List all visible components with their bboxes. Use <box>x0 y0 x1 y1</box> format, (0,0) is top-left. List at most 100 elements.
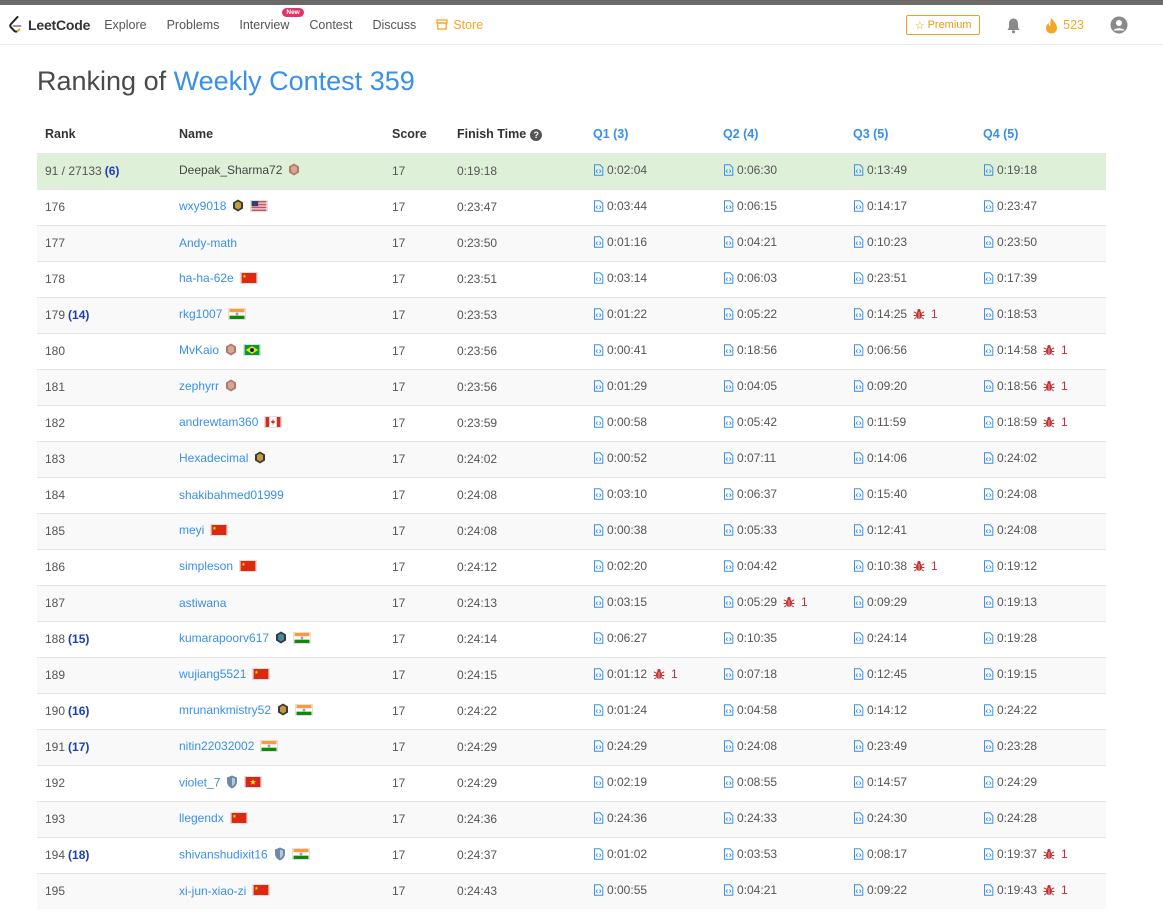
nav-discuss[interactable]: Discuss <box>373 18 417 32</box>
submission-link[interactable]: 0:24:30 <box>853 811 907 825</box>
submission-link[interactable]: 0:19:12 <box>983 559 1037 573</box>
submission-link[interactable]: 0:17:39 <box>983 271 1037 285</box>
submission-link[interactable]: 0:07:18 <box>723 667 777 681</box>
submission-link[interactable]: 0:03:14 <box>593 271 647 285</box>
leetcode-logo[interactable]: LeetCode <box>8 15 90 34</box>
submission-link[interactable]: 0:04:21 <box>723 883 777 897</box>
submission-link[interactable]: 0:24:33 <box>723 811 777 825</box>
submission-link[interactable]: 0:04:05 <box>723 379 777 393</box>
submission-link[interactable]: 0:01:24 <box>593 703 647 717</box>
username-link[interactable]: Deepak_Sharma72 <box>179 163 282 177</box>
submission-link[interactable]: 0:05:42 <box>723 415 777 429</box>
submission-link[interactable]: 0:23:50 <box>983 235 1037 249</box>
submission-link[interactable]: 0:18:56 <box>983 379 1037 393</box>
username-link[interactable]: mrunankmistry52 <box>179 703 271 717</box>
username-link[interactable]: nitin22032002 <box>179 739 254 753</box>
username-link[interactable]: andrewtam360 <box>179 415 258 429</box>
submission-link[interactable]: 0:14:06 <box>853 451 907 465</box>
bell-icon[interactable] <box>1006 17 1021 34</box>
submission-link[interactable]: 0:24:02 <box>983 451 1037 465</box>
submission-link[interactable]: 0:01:22 <box>593 307 647 321</box>
submission-link[interactable]: 0:23:49 <box>853 739 907 753</box>
submission-link[interactable]: 0:14:12 <box>853 703 907 717</box>
submission-link[interactable]: 0:19:37 <box>983 847 1037 861</box>
submission-link[interactable]: 0:01:02 <box>593 847 647 861</box>
submission-link[interactable]: 0:19:18 <box>983 163 1037 177</box>
submission-link[interactable]: 0:05:29 <box>723 595 777 609</box>
username-link[interactable]: rkg1007 <box>179 307 222 321</box>
submission-link[interactable]: 0:19:15 <box>983 667 1037 681</box>
submission-link[interactable]: 0:04:21 <box>723 235 777 249</box>
submission-link[interactable]: 0:03:15 <box>593 595 647 609</box>
submission-link[interactable]: 0:02:19 <box>593 775 647 789</box>
submission-link[interactable]: 0:09:20 <box>853 379 907 393</box>
submission-link[interactable]: 0:02:04 <box>593 163 647 177</box>
user-avatar-icon[interactable] <box>1110 16 1128 34</box>
submission-link[interactable]: 0:24:08 <box>723 739 777 753</box>
username-link[interactable]: violet_7 <box>179 775 220 789</box>
submission-link[interactable]: 0:10:23 <box>853 235 907 249</box>
submission-link[interactable]: 0:24:22 <box>983 703 1037 717</box>
submission-link[interactable]: 0:06:03 <box>723 271 777 285</box>
username-link[interactable]: Andy-math <box>179 236 237 250</box>
header-q4[interactable]: Q4 (5) <box>975 116 1106 153</box>
submission-link[interactable]: 0:12:45 <box>853 667 907 681</box>
submission-link[interactable]: 0:04:58 <box>723 703 777 717</box>
submission-link[interactable]: 0:09:29 <box>853 595 907 609</box>
submission-link[interactable]: 0:02:20 <box>593 559 647 573</box>
username-link[interactable]: wujiang5521 <box>179 667 246 681</box>
submission-link[interactable]: 0:19:43 <box>983 883 1037 897</box>
submission-link[interactable]: 0:23:47 <box>983 199 1037 213</box>
submission-link[interactable]: 0:01:16 <box>593 235 647 249</box>
submission-link[interactable]: 0:18:53 <box>983 307 1037 321</box>
nav-problems[interactable]: Problems <box>167 18 220 32</box>
submission-link[interactable]: 0:13:49 <box>853 163 907 177</box>
header-q2[interactable]: Q2 (4) <box>715 116 845 153</box>
submission-link[interactable]: 0:18:56 <box>723 343 777 357</box>
username-link[interactable]: zephyrr <box>179 379 219 393</box>
username-link[interactable]: shakibahmed01999 <box>179 488 284 502</box>
nav-store[interactable]: Store <box>436 18 483 32</box>
submission-link[interactable]: 0:06:37 <box>723 487 777 501</box>
submission-link[interactable]: 0:00:38 <box>593 523 647 537</box>
submission-link[interactable]: 0:24:36 <box>593 811 647 825</box>
submission-link[interactable]: 0:11:59 <box>853 415 906 429</box>
submission-link[interactable]: 0:24:28 <box>983 811 1037 825</box>
username-link[interactable]: llegendx <box>179 811 224 825</box>
submission-link[interactable]: 0:19:28 <box>983 631 1037 645</box>
submission-link[interactable]: 0:09:22 <box>853 883 907 897</box>
submission-link[interactable]: 0:00:52 <box>593 451 647 465</box>
submission-link[interactable]: 0:24:08 <box>983 487 1037 501</box>
submission-link[interactable]: 0:08:55 <box>723 775 777 789</box>
submission-link[interactable]: 0:18:59 <box>983 415 1037 429</box>
submission-link[interactable]: 0:07:11 <box>723 451 776 465</box>
streak-counter[interactable]: 523 <box>1045 17 1084 34</box>
submission-link[interactable]: 0:15:40 <box>853 487 907 501</box>
submission-link[interactable]: 0:10:38 <box>853 559 907 573</box>
submission-link[interactable]: 0:00:41 <box>593 343 647 357</box>
username-link[interactable]: simpleson <box>179 559 233 573</box>
username-link[interactable]: astiwana <box>179 596 226 610</box>
submission-link[interactable]: 0:12:41 <box>853 523 907 537</box>
submission-link[interactable]: 0:14:58 <box>983 343 1037 357</box>
submission-link[interactable]: 0:05:33 <box>723 523 777 537</box>
submission-link[interactable]: 0:19:13 <box>983 595 1037 609</box>
username-link[interactable]: xi-jun-xiao-zi <box>179 884 246 898</box>
submission-link[interactable]: 0:06:30 <box>723 163 777 177</box>
username-link[interactable]: meyi <box>179 523 204 537</box>
submission-link[interactable]: 0:03:10 <box>593 487 647 501</box>
username-link[interactable]: wxy9018 <box>179 199 226 213</box>
username-link[interactable]: ha-ha-62e <box>179 271 234 285</box>
username-link[interactable]: Hexadecimal <box>179 451 248 465</box>
header-q1[interactable]: Q1 (3) <box>585 116 715 153</box>
submission-link[interactable]: 0:01:29 <box>593 379 647 393</box>
nav-interview[interactable]: Interview New <box>239 7 304 32</box>
username-link[interactable]: MvKaio <box>179 343 219 357</box>
submission-link[interactable]: 0:14:17 <box>853 199 907 213</box>
username-link[interactable]: kumarapoorv617 <box>179 631 269 645</box>
submission-link[interactable]: 0:14:57 <box>853 775 907 789</box>
submission-link[interactable]: 0:01:12 <box>593 667 647 681</box>
submission-link[interactable]: 0:06:27 <box>593 631 647 645</box>
submission-link[interactable]: 0:23:28 <box>983 739 1037 753</box>
submission-link[interactable]: 0:00:55 <box>593 883 647 897</box>
